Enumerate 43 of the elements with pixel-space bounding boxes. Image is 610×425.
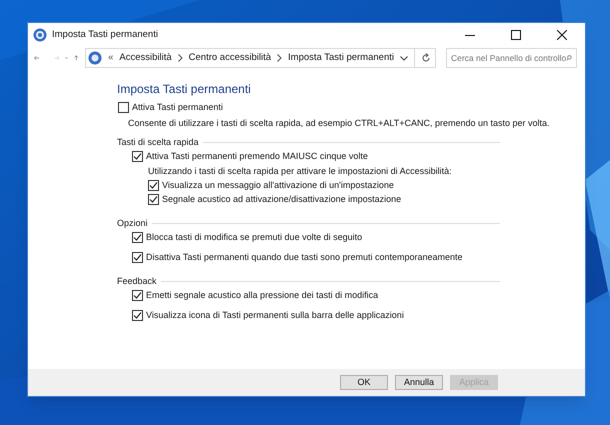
checkbox[interactable] <box>132 232 143 243</box>
checkbox[interactable] <box>118 102 129 113</box>
checkbox-label[interactable]: Visualizza un messaggio all'attivazione di un'impostazione <box>162 180 394 191</box>
group-heading: Opzioni <box>117 218 148 229</box>
back-arrow-icon[interactable] <box>34 53 40 63</box>
app-icon <box>33 28 47 42</box>
checkbox-label[interactable]: Attiva Tasti permanenti <box>132 102 223 113</box>
hint-text: Utilizzando i tasti di scelta rapida per attivare le impostazioni di Accessibilità: <box>148 166 452 177</box>
close-icon <box>557 30 567 40</box>
breadcrumb-item[interactable]: Accessibilità <box>119 50 172 66</box>
group-heading: Tasti di scelta rapida <box>117 137 199 148</box>
checkbox-label[interactable]: Attiva Tasti permanenti premendo MAIUSC cinque volte <box>146 151 368 162</box>
dialog-button[interactable]: OK <box>340 375 388 390</box>
checkbox[interactable] <box>132 252 143 263</box>
checkbox[interactable] <box>148 194 159 205</box>
checkbox[interactable] <box>148 180 159 191</box>
chevron-icon <box>178 54 183 62</box>
control-panel-icon <box>88 51 102 65</box>
address-bar[interactable]: « Accessibilità Centro accessibilità Imposta Tasti permanenti <box>85 48 436 68</box>
refresh-icon[interactable] <box>420 53 431 63</box>
breadcrumb-item[interactable]: Imposta Tasti permanenti <box>288 50 394 66</box>
checkbox-label[interactable]: Segnale acustico ad attivazione/disattivazione impostazione <box>162 194 402 205</box>
minimize-icon <box>465 34 475 36</box>
checkbox-label[interactable]: Emetti segnale acustico alla pressione dei tasti di modifica <box>146 290 378 301</box>
search-icon <box>566 53 572 63</box>
checkbox-label[interactable]: Blocca tasti di modifica se premuti due volte di seguito <box>146 232 362 243</box>
checkbox[interactable] <box>132 290 143 301</box>
search-field[interactable]: Cerca nel Pannello di controllo <box>446 48 577 68</box>
maximize-icon <box>511 30 521 40</box>
overflow-chevron[interactable]: « <box>108 50 114 66</box>
dialog-button[interactable]: Annulla <box>395 375 443 390</box>
checkbox-label[interactable]: Visualizza icona di Tasti permanenti sulla barra delle applicazioni <box>146 310 404 321</box>
checkbox-label[interactable]: Disattiva Tasti permanenti quando due tasti sono premuti contemporaneamente <box>146 252 463 263</box>
page-heading: Imposta Tasti permanenti <box>117 81 251 97</box>
breadcrumb-item[interactable]: Centro accessibilità <box>188 50 272 66</box>
group-heading: Feedback <box>117 276 157 287</box>
search-placeholder: Cerca nel Pannello di controllo <box>450 52 566 64</box>
chevron-icon <box>277 54 282 62</box>
dropdown-caret-icon[interactable] <box>400 56 408 60</box>
description-text: Consente di utilizzare i tasti di scelta rapida, ad esempio CTRL+ALT+CANC, premendo un tasto per volta. <box>128 118 550 129</box>
window-title: Imposta Tasti permanenti <box>52 28 158 42</box>
checkbox[interactable] <box>132 310 143 321</box>
checkbox[interactable] <box>132 151 143 162</box>
